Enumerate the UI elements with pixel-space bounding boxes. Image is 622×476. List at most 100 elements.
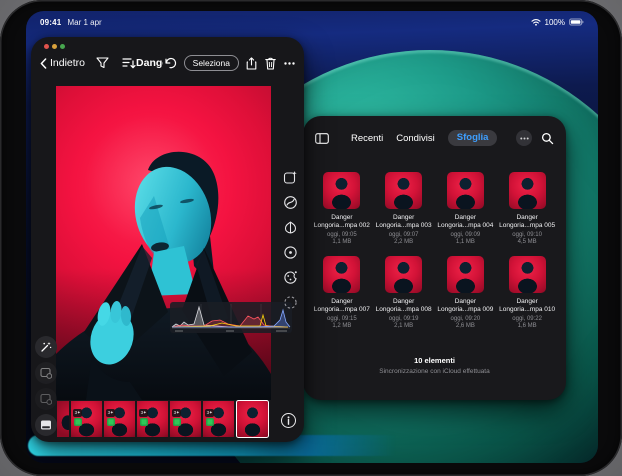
filmstrip-thumb[interactable] [57,401,69,437]
white-balance-icon[interactable] [282,194,299,211]
file-size: 4,5 MB [518,239,537,245]
window-controls[interactable] [44,44,65,49]
files-grid: Danger Longoria...mpa 002 oggi, 09:05 1,… [311,172,558,329]
share-icon[interactable] [246,57,257,70]
status-date: Mar 1 apr [67,18,101,27]
histogram-chart [170,302,292,333]
battery-icon [569,18,584,26]
file-size: 2,6 MB [456,323,475,329]
file-date: oggi, 09:05 [327,232,357,238]
photo-badge-icon[interactable] [35,362,57,384]
histogram-panel[interactable] [170,302,292,333]
adjustment-count-badge: 3✦ [106,409,115,417]
tab-recenti[interactable]: Recenti [351,133,383,144]
back-button[interactable]: Indietro [40,57,85,69]
photo-canvas[interactable] [56,86,271,400]
dashed-circle-icon[interactable] [282,294,299,311]
filmstrip-thumb[interactable]: 3✦ [203,401,234,437]
file-thumbnail[interactable] [323,172,360,209]
file-name: Danger Longoria...mpa 008 [375,298,433,314]
window-control-green[interactable] [60,44,65,49]
status-bar: 09:41 Mar 1 apr 100% [26,15,598,29]
magic-wand-icon[interactable] [35,336,57,358]
filmstrip-thumb-selected[interactable] [236,400,269,438]
filmstrip-thumb[interactable]: 3✦ [137,401,168,437]
ipad-bezel: 09:41 Mar 1 apr 100% [0,0,622,476]
file-item[interactable]: Danger Longoria...mpa 002 oggi, 09:05 1,… [311,172,373,245]
battery-percent: 100% [545,18,565,27]
file-date: oggi, 09:19 [389,316,419,322]
file-thumbnail[interactable] [509,172,546,209]
filmstrip-toggle-icon[interactable] [35,414,57,436]
file-thumbnail[interactable] [509,256,546,293]
edit-badge: 3✦ [172,409,181,426]
file-date: oggi, 09:15 [327,316,357,322]
adjustment-count-badge: 3✦ [172,409,181,417]
auto-enhance-icon[interactable] [282,169,299,186]
file-thumbnail[interactable] [385,256,422,293]
file-date: oggi, 09:20 [451,316,481,322]
file-name: Danger Longoria...mpa 004 [436,214,494,230]
ink-blot-icon[interactable] [282,219,299,236]
ipad-screen: 09:41 Mar 1 apr 100% [26,11,598,463]
more-icon[interactable] [284,62,295,65]
search-icon[interactable] [541,132,554,145]
file-size: 1,1 MB [456,239,475,245]
back-label: Indietro [50,57,85,69]
trash-icon[interactable] [265,57,276,70]
file-item[interactable]: Danger Longoria...mpa 005 oggi, 09:10 4,… [496,172,558,245]
file-item[interactable]: Danger Longoria...mpa 004 oggi, 09:09 1,… [435,172,497,245]
info-icon[interactable] [281,413,296,428]
filter-icon[interactable] [96,57,109,69]
filmstrip-thumb[interactable]: 3✦ [104,401,135,437]
sidebar-toggle-icon[interactable] [315,133,329,144]
edit-badge: 3✦ [205,409,214,426]
photo-badge-icon[interactable] [35,388,57,410]
target-circle-icon[interactable] [282,244,299,261]
filmstrip[interactable]: 3✦ 3✦ 3✦ [57,400,289,438]
file-item[interactable]: Danger Longoria...mpa 008 oggi, 09:19 2,… [373,256,435,329]
status-time: 09:41 [40,18,61,27]
select-button[interactable]: Seleziona [184,55,239,72]
wifi-icon [531,18,541,26]
file-name: Danger Longoria...mpa 002 [313,214,371,230]
file-size: 1,6 MB [518,323,537,329]
tab-sfoglia[interactable]: Sfoglia [448,130,498,147]
edited-badge [173,418,181,426]
undo-icon[interactable] [163,57,177,69]
tab-condivisi[interactable]: Condivisi [396,133,435,144]
file-size: 1,1 MB [332,239,351,245]
sort-icon[interactable] [122,57,136,69]
filmstrip-thumb[interactable]: 3✦ [170,401,201,437]
more-circle-icon[interactable] [516,130,532,146]
file-size: 1,2 MB [332,323,351,329]
files-header: Recenti Condivisi Sfoglia [315,126,554,150]
file-item[interactable]: Danger Longoria...mpa 007 oggi, 09:15 1,… [311,256,373,329]
file-thumbnail[interactable] [385,172,422,209]
filmstrip-thumb[interactable]: 3✦ [71,401,102,437]
file-thumbnail[interactable] [447,172,484,209]
adjustment-count-badge: 3✦ [205,409,214,417]
files-browser-window: Recenti Condivisi Sfoglia Danger Longori [303,116,566,400]
editor-toolbar: Indietro Danger Lon... Seleziona [31,51,304,75]
file-item[interactable]: Danger Longoria...mpa 010 oggi, 09:22 1,… [496,256,558,329]
palette-icon[interactable] [282,269,299,286]
window-control-yellow[interactable] [52,44,57,49]
adjustment-count-badge: 3✦ [73,409,82,417]
document-title: Danger Lon... [136,57,163,69]
file-thumbnail[interactable] [323,256,360,293]
file-item[interactable]: Danger Longoria...mpa 003 oggi, 09:07 2,… [373,172,435,245]
edited-badge [206,418,214,426]
file-size: 2,1 MB [394,323,413,329]
file-item[interactable]: Danger Longoria...mpa 009 oggi, 09:20 2,… [435,256,497,329]
edited-badge [107,418,115,426]
window-control-red[interactable] [44,44,49,49]
edited-badge [140,418,148,426]
file-name: Danger Longoria...mpa 007 [313,298,371,314]
file-thumbnail[interactable] [447,256,484,293]
ipad-screenshot: 09:41 Mar 1 apr 100% [0,0,622,476]
file-name: Danger Longoria...mpa 005 [498,214,556,230]
photo-editor-window: Indietro Danger Lon... Seleziona [31,37,304,442]
edited-badge [74,418,82,426]
edit-tools-rail [279,169,301,311]
